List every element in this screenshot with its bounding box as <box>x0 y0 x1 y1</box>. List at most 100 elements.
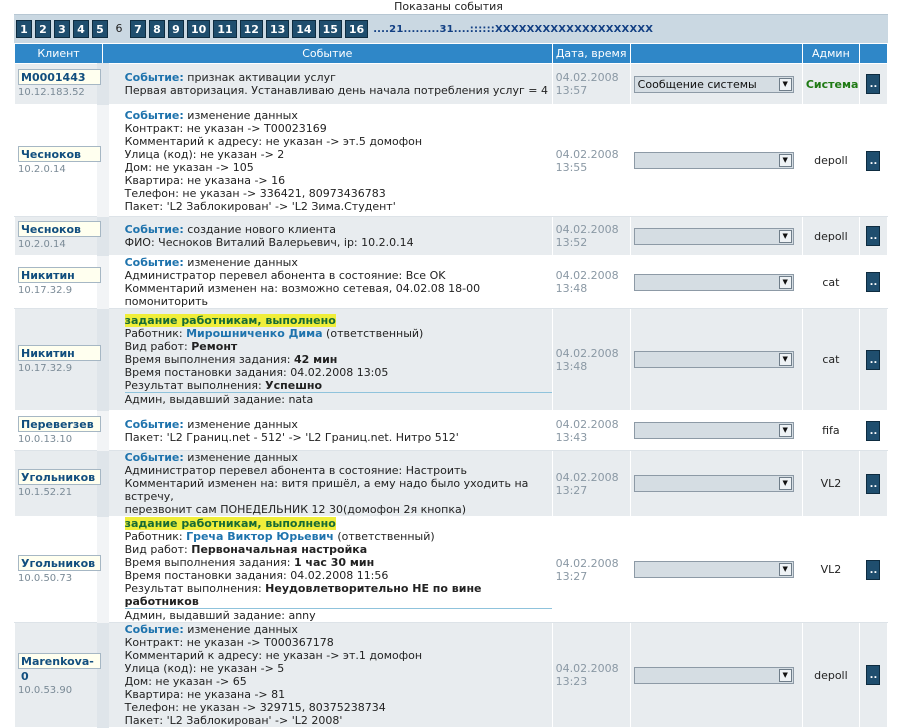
message-type-select[interactable]: ▼ <box>633 351 794 368</box>
page-caption: Показаны события <box>394 0 503 13</box>
message-type-select[interactable]: Сообщение системы ▼ <box>633 75 794 93</box>
select-cell: ▼ <box>629 622 803 728</box>
task-result-value: Успешно <box>265 378 323 392</box>
event-keyword: Событие: <box>124 71 184 84</box>
event-text: Квартира: не указана -> 81 <box>124 688 286 701</box>
admin-name: cat <box>801 308 860 411</box>
event-text: Админ, выдавший задание: anny <box>124 609 316 622</box>
chevron-down-icon[interactable]: ▼ <box>778 275 792 289</box>
page-link-3[interactable]: 3 <box>54 20 70 38</box>
page-link-16[interactable]: 16 <box>344 20 369 38</box>
chevron-down-icon[interactable]: ▼ <box>778 563 792 576</box>
event-date: 04.02.2008 <box>555 269 619 282</box>
client-link[interactable]: Угольников <box>18 468 101 485</box>
client-cell: Чесноков 10.2.0.14 <box>13 216 104 256</box>
event-date: 04.02.2008 <box>555 662 619 675</box>
page-link-12[interactable]: 12 <box>239 20 263 38</box>
details-button[interactable]: .. <box>866 349 881 370</box>
details-button[interactable]: .. <box>866 420 881 441</box>
event-value: 1 час 30 мин <box>293 556 375 569</box>
event-date: 04.02.2008 <box>555 223 619 236</box>
client-ip: 10.0.50.73 <box>18 572 73 584</box>
action-cell: .. <box>858 516 889 623</box>
client-link[interactable]: Никитин <box>18 267 101 283</box>
client-ip: 10.0.13.10 <box>18 433 73 445</box>
client-link[interactable]: Никитин <box>18 344 101 361</box>
client-link[interactable]: Чесноков <box>18 145 101 162</box>
chevron-down-icon[interactable]: ▼ <box>778 477 792 490</box>
message-type-select[interactable]: ▼ <box>633 422 794 439</box>
datetime-cell: 04.02.2008 13:57 <box>551 63 631 105</box>
message-type-select[interactable]: ▼ <box>633 666 794 684</box>
select-cell: ▼ <box>629 104 803 217</box>
client-cell: Чесноков 10.2.0.14 <box>13 104 104 217</box>
client-link[interactable]: Перевerзев <box>18 415 101 432</box>
details-button[interactable]: .. <box>866 150 881 171</box>
page-link-13[interactable]: 13 <box>265 20 290 38</box>
page-link-8[interactable]: 8 <box>149 20 165 38</box>
details-button[interactable]: .. <box>866 272 881 292</box>
chevron-down-icon[interactable]: ▼ <box>778 424 792 437</box>
event-text: Комментарий изменен на: возможно сетевая… <box>124 282 481 308</box>
details-button[interactable]: .. <box>866 226 881 246</box>
page-link-11[interactable]: 11 <box>213 20 237 38</box>
details-button[interactable]: .. <box>866 559 881 580</box>
page-link-2[interactable]: 2 <box>35 20 51 38</box>
client-link[interactable]: Угольников <box>18 554 101 571</box>
datetime-cell: 04.02.2008 13:43 <box>551 410 631 451</box>
event-text: изменение данных <box>183 417 298 431</box>
client-ip: 10.17.32.9 <box>18 362 73 374</box>
chevron-down-icon[interactable]: ▼ <box>778 154 792 167</box>
chevron-down-icon[interactable]: ▼ <box>778 229 792 243</box>
event-time: 13:48 <box>555 359 588 373</box>
datetime-cell: 04.02.2008 13:48 <box>551 255 631 309</box>
client-ip: 10.1.52.21 <box>18 486 73 498</box>
page-link-4[interactable]: 4 <box>73 20 89 38</box>
page-link-14[interactable]: 14 <box>292 20 316 38</box>
message-type-select[interactable]: ▼ <box>633 152 794 169</box>
page-link-more[interactable]: ....21.........31....::::::XXXXXXXXXXXXX… <box>373 24 653 35</box>
event-time: 13:55 <box>555 160 588 174</box>
details-button[interactable]: .. <box>866 74 881 94</box>
event-text: Контракт: не указан -> T00023169 <box>124 121 327 135</box>
message-type-select[interactable]: ▼ <box>633 561 794 578</box>
event-text: Улица (код): не указан -> 5 <box>124 662 285 675</box>
page-link-1[interactable]: 1 <box>16 20 32 38</box>
page-link-10[interactable]: 10 <box>187 20 211 38</box>
event-date: 04.02.2008 <box>555 346 619 360</box>
event-text: Комментарий к адресу: не указан -> эт.5 … <box>124 134 423 148</box>
task-result: Результат выполнения: Неудовлетворительн… <box>124 582 555 609</box>
message-type-select[interactable]: ▼ <box>633 273 794 291</box>
event-text: (ответственный) <box>333 530 435 543</box>
chevron-down-icon[interactable]: ▼ <box>778 668 792 682</box>
details-button[interactable]: .. <box>866 665 881 685</box>
event-text: Улица (код): не указан -> 2 <box>124 147 285 161</box>
details-button[interactable]: .. <box>866 473 881 494</box>
page-link-15[interactable]: 15 <box>318 20 342 38</box>
client-link[interactable]: Чесноков <box>18 221 101 237</box>
client-link[interactable]: Marenkova-0 <box>18 653 101 683</box>
select-cell: Сообщение системы ▼ <box>629 63 803 105</box>
page-link-5[interactable]: 5 <box>92 20 108 38</box>
page-link-6: 6 <box>115 22 123 35</box>
admin-name: depoll <box>801 216 860 256</box>
event-value: Ремонт <box>191 339 238 353</box>
page-link-9[interactable]: 9 <box>168 20 184 38</box>
event-text: изменение данных <box>183 451 298 464</box>
table-row: Никитин 10.17.32.9 задание работникам, вып… <box>13 308 889 411</box>
admin-name: VL2 <box>801 516 860 623</box>
event-text: Администратор перевел абонента в состоян… <box>124 269 446 282</box>
select-cell: ▼ <box>629 410 803 451</box>
chevron-down-icon[interactable]: ▼ <box>778 77 792 91</box>
table-row: Угольников 10.0.50.73 задание работникам, … <box>13 516 889 623</box>
message-type-select[interactable]: ▼ <box>633 227 794 245</box>
chevron-down-icon[interactable]: ▼ <box>778 353 792 366</box>
admin-name: Система <box>801 63 860 105</box>
event-date: 04.02.2008 <box>555 470 619 484</box>
message-type-select[interactable]: ▼ <box>633 475 794 492</box>
page-link-7[interactable]: 7 <box>130 20 146 38</box>
client-link[interactable]: M0001443 <box>18 69 101 85</box>
event-keyword: Событие: <box>124 623 184 636</box>
event-text: изменение данных <box>183 256 298 269</box>
event-date: 04.02.2008 <box>555 71 619 84</box>
